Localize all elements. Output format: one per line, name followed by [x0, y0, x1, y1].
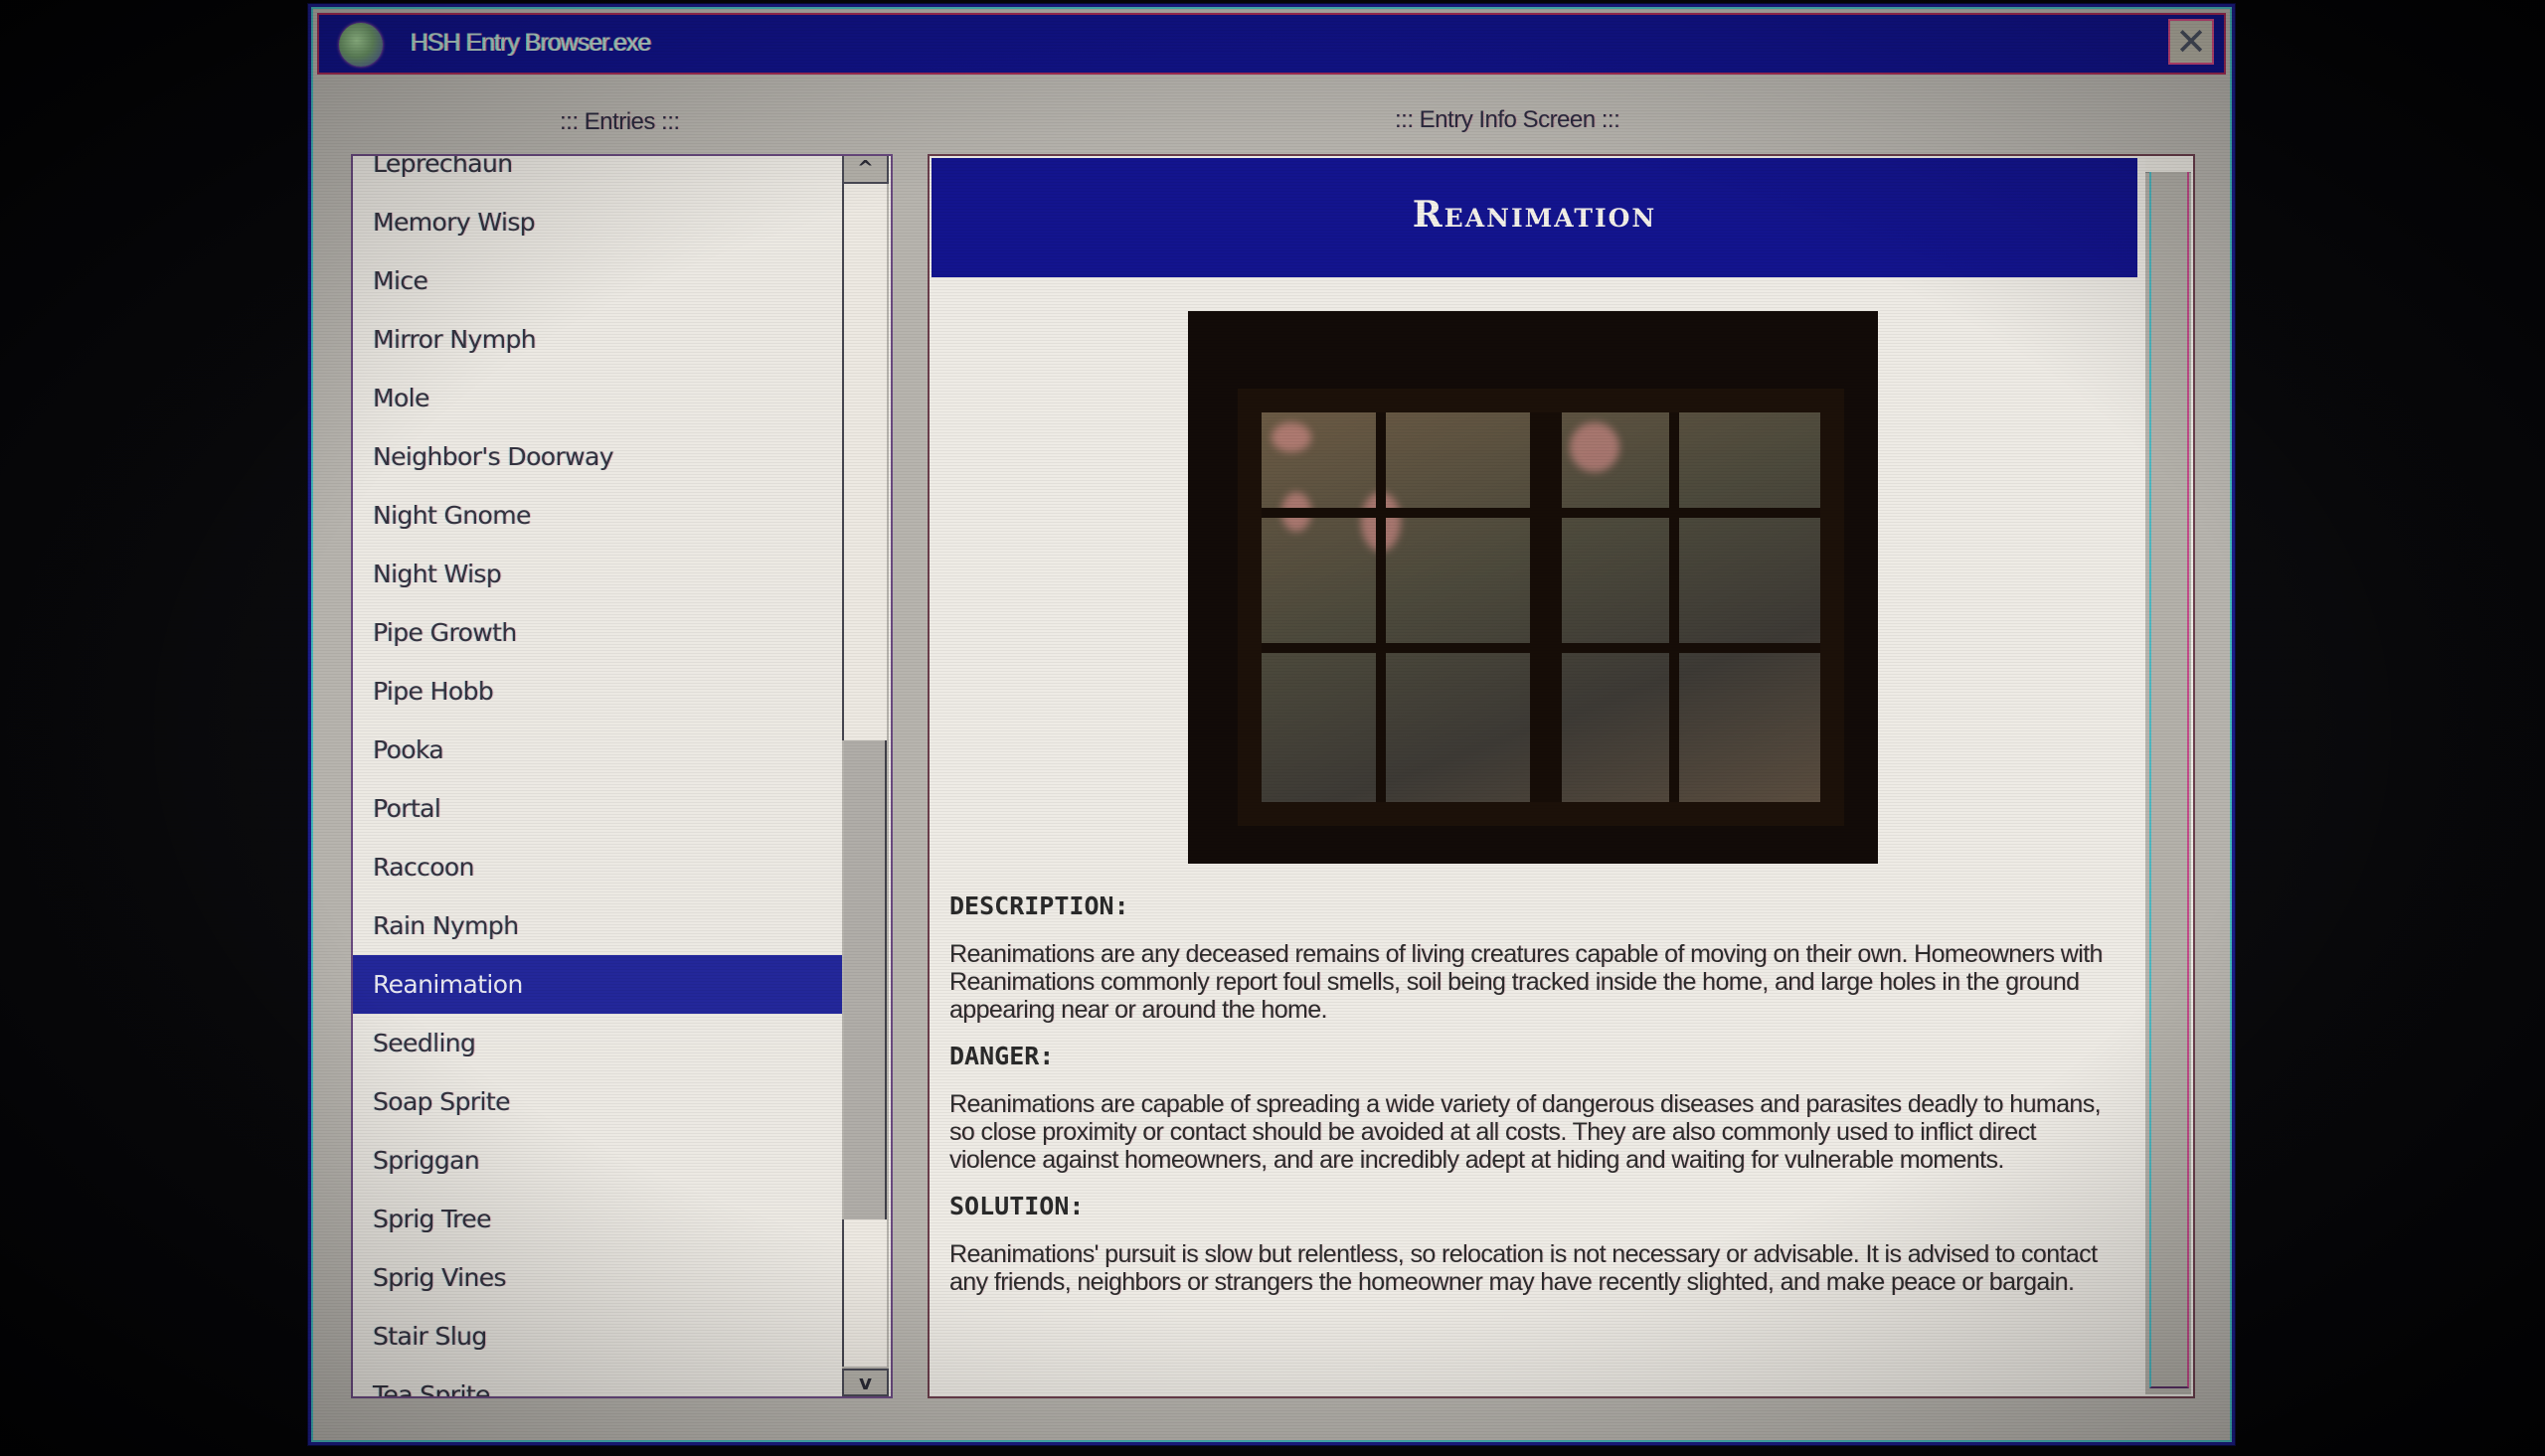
blossom-highlight: [1570, 422, 1619, 472]
list-item[interactable]: Seedling: [353, 1014, 842, 1072]
entry-title-header: Reanimation: [932, 158, 2137, 277]
entry-info-label: ::: Entry Info Screen :::: [1395, 106, 1620, 133]
scroll-track-lower[interactable]: [842, 1219, 887, 1367]
window-transom: [1262, 508, 1820, 518]
info-scroll-thumb[interactable]: [2149, 172, 2189, 1388]
section-heading: DESCRIPTION:: [949, 891, 1129, 920]
section-heading: SOLUTION:: [949, 1192, 1085, 1220]
window-transom: [1262, 643, 1820, 653]
list-item[interactable]: Pipe Hobb: [353, 662, 842, 721]
info-scrollbar[interactable]: [2145, 158, 2191, 1394]
list-item[interactable]: Stair Slug: [353, 1307, 842, 1366]
entry-image: [1188, 311, 1878, 864]
chevron-up-icon: ^: [857, 156, 874, 180]
section-heading: DANGER:: [949, 1042, 1055, 1070]
entries-label: ::: Entries :::: [560, 108, 680, 135]
list-item[interactable]: Memory Wisp: [353, 193, 842, 251]
list-item[interactable]: Sprig Vines: [353, 1248, 842, 1307]
list-item[interactable]: Sprig Tree: [353, 1190, 842, 1248]
window-mullion: [1376, 412, 1386, 802]
list-item[interactable]: Raccoon: [353, 838, 842, 896]
scroll-down-button[interactable]: v: [842, 1369, 889, 1396]
list-item[interactable]: Spriggan: [353, 1131, 842, 1190]
entries-list[interactable]: Leprechaun Memory Wisp Mice Mirror Nymph Mol…: [351, 154, 893, 1398]
window-mullion: [1530, 412, 1562, 802]
globe-icon: [339, 23, 383, 67]
list-item[interactable]: Soap Sprite: [353, 1072, 842, 1131]
list-item[interactable]: Mole: [353, 369, 842, 427]
list-item[interactable]: Leprechaun: [353, 156, 842, 193]
list-item[interactable]: Portal: [353, 779, 842, 838]
scroll-thumb[interactable]: [844, 740, 887, 1219]
app-window: HSH Entry Browser.exe ✕ ::: Entries ::: …: [308, 4, 2235, 1445]
entry-sections: DESCRIPTION: Reanimations are any decease…: [949, 891, 2122, 1314]
close-icon: ✕: [2175, 20, 2207, 64]
close-button[interactable]: ✕: [2168, 19, 2214, 65]
section-text: Reanimations' pursuit is slow but relent…: [949, 1240, 2098, 1296]
scroll-track-upper[interactable]: [842, 184, 887, 740]
list-item[interactable]: Pipe Growth: [353, 603, 842, 662]
list-item[interactable]: Pooka: [353, 721, 842, 779]
list-item[interactable]: Rain Nymph: [353, 896, 842, 955]
list-item[interactable]: Night Wisp: [353, 545, 842, 603]
scroll-up-button[interactable]: ^: [842, 156, 889, 184]
window-mullion: [1669, 412, 1679, 802]
entries-scrollbar[interactable]: ^ v: [842, 156, 889, 1396]
list-item[interactable]: Mice: [353, 251, 842, 310]
blossom-highlight: [1272, 422, 1311, 452]
info-scroll-cap: [2145, 158, 2191, 173]
entry-title: Reanimation: [1412, 194, 1657, 236]
window-frame-illustration: [1238, 389, 1844, 826]
list-item-selected[interactable]: Reanimation: [353, 955, 842, 1014]
list-item[interactable]: Tea Sprite: [353, 1366, 842, 1396]
list-item[interactable]: Mirror Nymph: [353, 310, 842, 369]
list-item[interactable]: Night Gnome: [353, 486, 842, 545]
entries-list-items: Leprechaun Memory Wisp Mice Mirror Nymph Mol…: [353, 156, 842, 1396]
title-bar[interactable]: HSH Entry Browser.exe ✕: [317, 13, 2226, 75]
window-title: HSH Entry Browser.exe: [411, 29, 652, 57]
section-text: Reanimations are capable of spreading a …: [949, 1090, 2102, 1174]
entry-info-panel: Reanimation DESCRIPTION: Reanimations are…: [928, 154, 2195, 1398]
list-item[interactable]: Neighbor's Doorway: [353, 427, 842, 486]
chevron-down-icon: v: [858, 1371, 873, 1394]
section-text: Reanimations are any deceased remains of…: [949, 940, 2103, 1024]
